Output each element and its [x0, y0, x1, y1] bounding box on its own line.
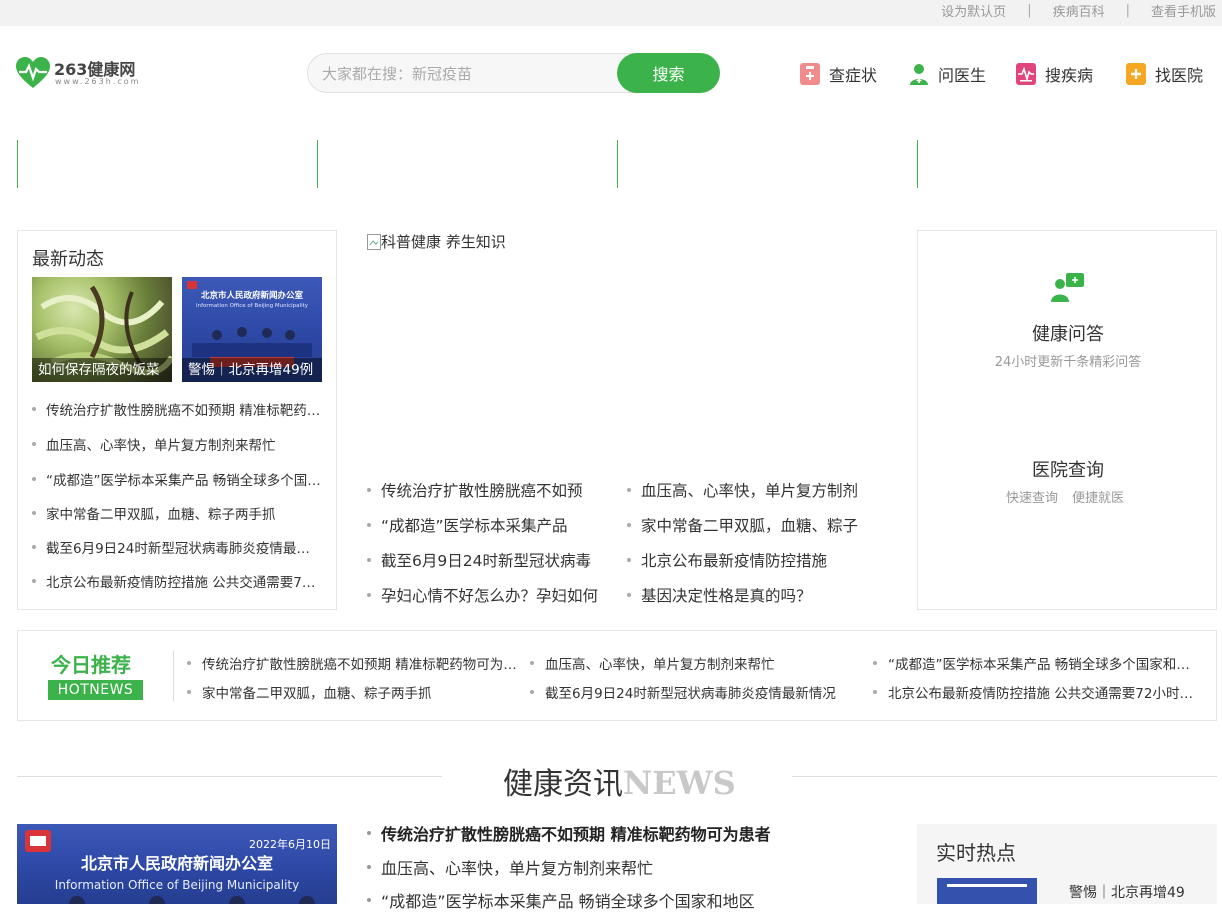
doctor-icon [909, 63, 929, 85]
divider [792, 776, 1217, 777]
divider [317, 140, 318, 188]
services-panel: 健康问答 24小时更新千条精彩问答 医院查询 快速查询 便捷就医 [917, 230, 1217, 610]
hot-topics-title: 实时热点 [936, 841, 1016, 865]
list-item[interactable]: 北京公布最新疫情防控措施 公共交通需要72小时核酸 [32, 571, 322, 591]
list-item[interactable]: 北京公布最新疫情防控措施 公共交通需要72小时核酸 [873, 682, 1203, 702]
top-links: 设为默认页 | 疾病百科 | 查看手机版 [941, 1, 1216, 20]
list-item[interactable]: 孕妇心情不好怎么办？孕妇如何 [367, 584, 607, 606]
press-conference-image [937, 878, 1037, 904]
divider [17, 776, 442, 777]
set-homepage-link[interactable]: 设为默认页 [941, 1, 1006, 20]
today-recommend-title: 今日推荐 [51, 653, 131, 677]
separator: | [1125, 3, 1130, 18]
list-item[interactable]: 北京公布最新疫情防控措施 [627, 549, 867, 571]
quick-search-link[interactable]: 快速查询 [1006, 487, 1058, 506]
latest-news-title: 最新动态 [32, 249, 104, 270]
thumb-caption: 警惕｜北京再增49例 [182, 358, 322, 382]
feature-image-title: 北京市人民政府新闻办公室 [80, 854, 273, 873]
list-item[interactable]: 截至6月9日24时新型冠状病毒肺炎疫情最新情况 [32, 537, 322, 557]
mobile-version-link[interactable]: 查看手机版 [1151, 1, 1216, 20]
news-thumb[interactable]: 如何保存隔夜的饭菜 [32, 277, 172, 382]
list-item[interactable]: 血压高、心率快，单片复方制剂 [627, 479, 867, 501]
list-item[interactable]: 截至6月9日24时新型冠状病毒 [367, 549, 607, 571]
nav-label: 找医院 [1155, 66, 1204, 85]
hospital-icon [1126, 63, 1146, 85]
list-item[interactable]: 基因决定性格是真的吗？ [627, 584, 867, 606]
hotnews-badge: HOTNEWS [48, 680, 143, 700]
news-feature-image[interactable]: 2022年6月10日 北京市人民政府新闻办公室 Information Offi… [17, 824, 337, 904]
logo-url-text: www.263h.com [55, 77, 141, 86]
list-item[interactable]: “成都造”医学标本采集产品 畅销全球多个国家和地区 [873, 653, 1203, 673]
list-item[interactable]: 家中常备二甲双胍，血糖、粽子两手抓 [187, 682, 517, 702]
divider [617, 140, 618, 188]
search-input[interactable] [322, 63, 602, 85]
list-item[interactable]: “成都造”医学标本采集产品 [367, 514, 607, 536]
divider [917, 140, 918, 188]
list-item[interactable]: 传统治疗扩散性膀胱癌不如预期 精准标靶药物可为患者 [187, 653, 517, 673]
nav-find-hospital[interactable]: 找医院 [1126, 62, 1203, 86]
search-button[interactable]: 搜索 [617, 53, 720, 93]
nav-label: 问医生 [938, 66, 987, 85]
hot-topics-panel: 实时热点 警惕｜北京再增49 [917, 824, 1217, 904]
hot-topic-item[interactable]: 警惕｜北京再增49 [1069, 882, 1185, 902]
list-item[interactable]: 传统治疗扩散性膀胱癌不如预期 精准标靶药物可为患者 [32, 399, 322, 419]
list-item[interactable]: 传统治疗扩散性膀胱癌不如预 [367, 479, 607, 501]
disease-encyclopedia-link[interactable]: 疾病百科 [1053, 1, 1105, 20]
list-item[interactable]: 截至6月9日24时新型冠状病毒肺炎疫情最新情况 [530, 682, 850, 702]
divider [17, 140, 18, 188]
nav-search-disease[interactable]: 搜疾病 [1016, 62, 1093, 86]
list-item[interactable]: “成都造”医学标本采集产品 畅销全球多个国家和地区 [32, 469, 322, 489]
hot-thumb[interactable] [937, 878, 1037, 904]
health-qa-subtitle: 24小时更新千条精彩问答 [994, 355, 1142, 370]
feature-image-subtitle: Information Office of Beijing Municipali… [54, 878, 300, 892]
image-alt-text: 科普健康 养生知识 [381, 233, 506, 251]
health-qa-title[interactable]: 健康问答 [918, 320, 1218, 346]
latest-news-panel: 最新动态 如何保存隔夜的饭菜 北京市人民政府新闻办公室 Information … [17, 230, 337, 610]
news-thumb[interactable]: 北京市人民政府新闻办公室 Information Office of Beiji… [182, 277, 322, 382]
today-recommend-panel: 今日推荐 HOTNEWS 传统治疗扩散性膀胱癌不如预期 精准标靶药物可为患者 血… [17, 630, 1217, 721]
section-title-en: NEWS [623, 764, 736, 802]
list-item[interactable]: “成都造”医学标本采集产品 畅销全球多个国家和地区 [367, 888, 787, 912]
list-item[interactable]: 家中常备二甲双胍，血糖、粽子两手抓 [32, 503, 322, 523]
site-logo[interactable]: 263健康网 www.263h.com [16, 55, 146, 91]
separator: | [1027, 3, 1032, 18]
broken-image[interactable]: 科普健康 养生知识 [367, 231, 506, 252]
list-item[interactable]: 血压高、心率快，单片复方制剂来帮忙 [32, 434, 322, 454]
list-item[interactable]: 血压高、心率快，单片复方制剂来帮忙 [367, 855, 787, 879]
top-bar: 设为默认页 | 疾病百科 | 查看手机版 [0, 0, 1222, 26]
divider [173, 651, 174, 701]
symptom-icon [800, 63, 820, 85]
hospital-search-title[interactable]: 医院查询 [918, 456, 1218, 482]
search-bar: 搜索 [307, 53, 720, 93]
section-heading: 健康资讯 NEWS [503, 759, 736, 803]
easy-medical-link[interactable]: 便捷就医 [1072, 487, 1124, 506]
list-item[interactable]: 血压高、心率快，单片复方制剂来帮忙 [530, 653, 850, 673]
nav-label: 查症状 [829, 66, 878, 85]
list-item[interactable]: 传统治疗扩散性膀胱癌不如预期 精准标靶药物可为患者 [367, 821, 787, 845]
health-qa-icon [1051, 273, 1084, 302]
nav-label: 搜疾病 [1045, 66, 1094, 85]
section-title: 健康资讯 [503, 767, 623, 802]
thumb-caption: 如何保存隔夜的饭菜 [32, 358, 172, 382]
list-item[interactable]: 家中常备二甲双胍，血糖、粽子 [627, 514, 867, 536]
nav-ask-doctor[interactable]: 问医生 [909, 62, 986, 86]
nav-check-symptom[interactable]: 查症状 [800, 62, 877, 86]
broken-image-icon [367, 233, 381, 250]
disease-icon [1016, 63, 1036, 85]
heart-logo-icon [16, 57, 50, 88]
